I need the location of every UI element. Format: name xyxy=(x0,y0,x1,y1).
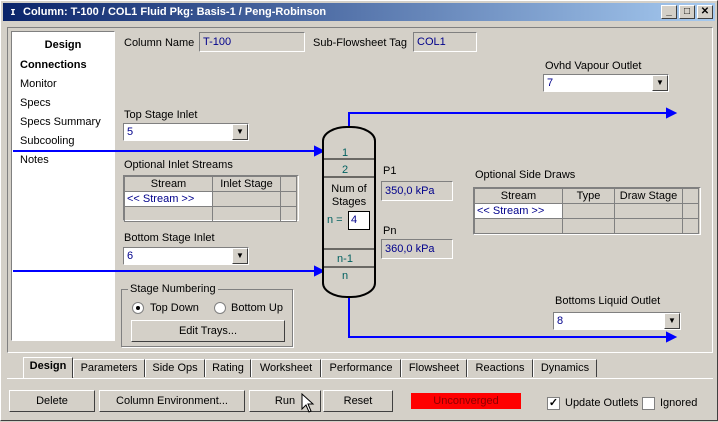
reset-button[interactable]: Reset xyxy=(323,390,393,412)
arrow-right-icon xyxy=(314,265,326,277)
chevron-down-icon[interactable]: ▼ xyxy=(664,313,680,329)
p1-field[interactable]: 350,0 kPa xyxy=(381,181,453,201)
side-empty-cell xyxy=(682,218,699,234)
side-col-type: Type xyxy=(562,188,615,204)
stage-2-label: 2 xyxy=(341,164,349,176)
side-empty-cell xyxy=(614,218,683,234)
column-environment-button[interactable]: Column Environment... xyxy=(99,390,245,412)
update-outlets-label: Update Outlets xyxy=(565,397,639,409)
tab-flowsheet[interactable]: Flowsheet xyxy=(401,359,467,377)
tab-worksheet[interactable]: Worksheet xyxy=(251,359,321,377)
tab-divider xyxy=(7,378,713,379)
column-window: ɪ Column: T-100 / COL1 Fluid Pkg: Basis-… xyxy=(0,0,718,421)
run-label: Run xyxy=(274,395,296,407)
arrow-right-icon xyxy=(314,145,326,157)
side-empty-cell xyxy=(474,218,563,234)
num-stages-label: Num of Stages xyxy=(331,183,367,208)
bottoms-liquid-value: 8 xyxy=(557,315,564,327)
side-draws-grid[interactable]: Stream Type Draw Stage << Stream >> xyxy=(473,187,701,235)
tab-design[interactable]: Design xyxy=(23,357,73,378)
n-equals-label: n = xyxy=(327,214,343,226)
pn-field[interactable]: 360,0 kPa xyxy=(381,239,453,259)
side-col-stream: Stream xyxy=(474,188,563,204)
status-badge: Unconverged xyxy=(411,393,521,409)
side-col-extra xyxy=(682,188,699,204)
p1-label: P1 xyxy=(383,165,397,177)
bottoms-liquid-combo[interactable]: 8 ▼ xyxy=(553,312,681,330)
bottoms-liquid-label: Bottoms Liquid Outlet xyxy=(555,295,661,307)
ignored-checkbox[interactable] xyxy=(642,397,655,410)
delete-button[interactable]: Delete xyxy=(9,390,95,412)
side-stage-cell[interactable] xyxy=(614,203,683,219)
tab-side-ops[interactable]: Side Ops xyxy=(145,359,205,377)
pn-label: Pn xyxy=(383,225,397,237)
stage-n-label: n xyxy=(341,270,349,282)
update-outlets-checkbox[interactable]: ✓ xyxy=(547,397,560,410)
arrow-right-icon xyxy=(666,107,678,119)
tab-parameters[interactable]: Parameters xyxy=(73,359,145,377)
stage-n1-label: n-1 xyxy=(337,253,353,265)
stage-1-label: 1 xyxy=(341,147,349,159)
arrow-right-icon xyxy=(666,331,678,343)
mouse-cursor-icon xyxy=(301,393,315,413)
num-stages-input[interactable]: 4 xyxy=(348,211,370,230)
ignored-label: Ignored xyxy=(660,397,698,409)
side-type-cell[interactable] xyxy=(562,203,615,219)
tab-performance[interactable]: Performance xyxy=(321,359,401,377)
side-extra-cell xyxy=(682,203,699,219)
tab-reactions[interactable]: Reactions xyxy=(467,359,533,377)
side-draws-label: Optional Side Draws xyxy=(475,169,576,181)
side-col-stage: Draw Stage xyxy=(614,188,683,204)
side-stream-cell[interactable]: << Stream >> xyxy=(474,203,563,219)
tab-dynamics[interactable]: Dynamics xyxy=(533,359,597,377)
side-empty-cell xyxy=(562,218,615,234)
tab-rating[interactable]: Rating xyxy=(205,359,251,377)
ovhd-outlet-stream-line xyxy=(348,112,667,129)
